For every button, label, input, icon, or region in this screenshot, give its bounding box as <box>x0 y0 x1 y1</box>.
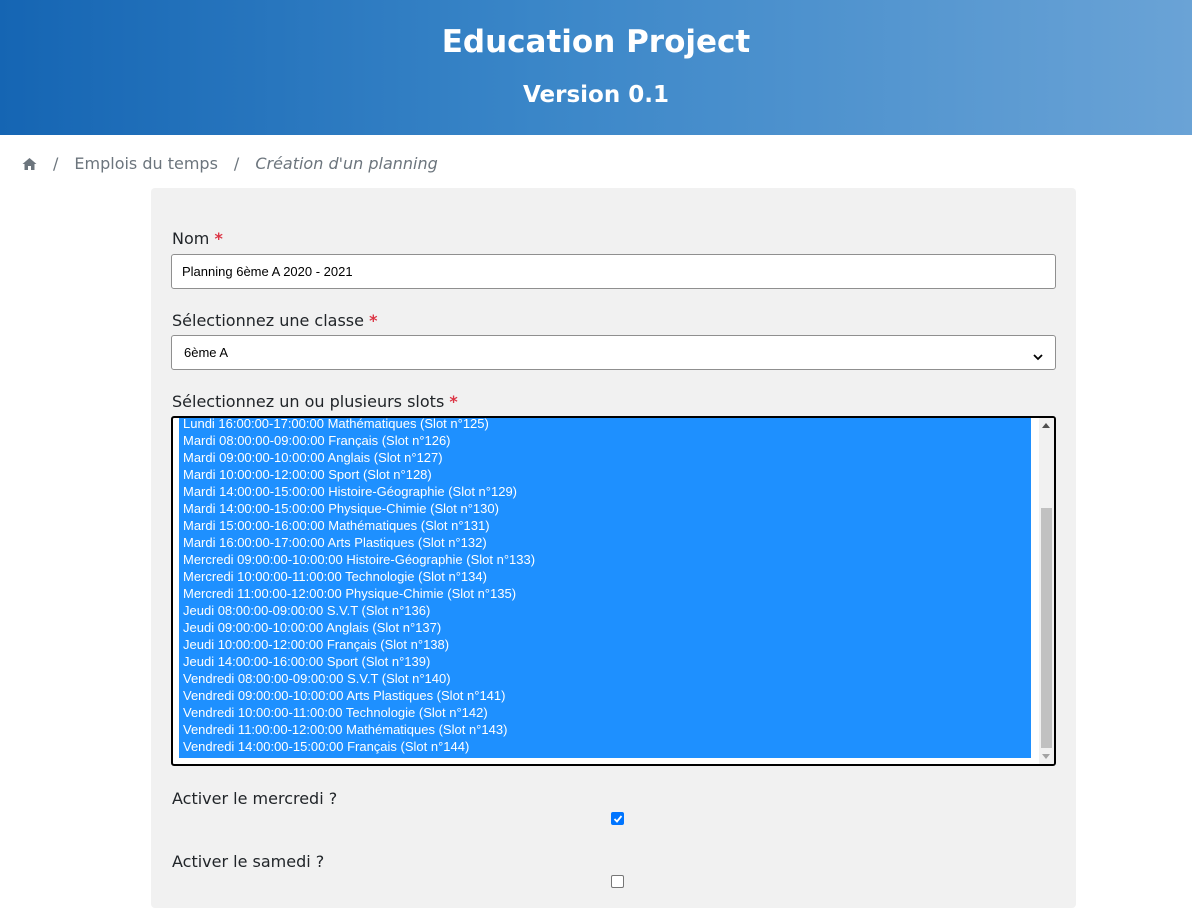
mercredi-label: Activer le mercredi ? <box>172 789 338 808</box>
samedi-checkbox[interactable] <box>611 875 624 888</box>
slots-multiselect[interactable]: Lundi 16:00:00-17:00:00 Mathématiques (S… <box>171 416 1056 766</box>
slot-option[interactable]: Mardi 08:00:00-09:00:00 Français (Slot n… <box>179 433 1031 450</box>
app-title: Education Project <box>441 24 751 60</box>
slots-scrollbar[interactable] <box>1039 418 1054 764</box>
samedi-label: Activer le samedi ? <box>172 852 325 871</box>
scroll-thumb[interactable] <box>1041 508 1052 748</box>
app-header: Education Project Version 0.1 <box>0 0 1192 135</box>
slots-label: Sélectionnez un ou plusieurs slots * <box>172 392 458 411</box>
nom-label-text: Nom <box>172 229 210 248</box>
slot-option[interactable]: Vendredi 11:00:00-12:00:00 Mathématiques… <box>179 722 1031 739</box>
slot-option[interactable]: Vendredi 10:00:00-11:00:00 Technologie (… <box>179 705 1031 722</box>
slot-option[interactable]: Mardi 16:00:00-17:00:00 Arts Plastiques … <box>179 535 1031 552</box>
slot-option[interactable]: Jeudi 14:00:00-16:00:00 Sport (Slot n°13… <box>179 654 1031 671</box>
slot-option[interactable]: Mardi 14:00:00-15:00:00 Histoire-Géograp… <box>179 484 1031 501</box>
app-version: Version 0.1 <box>523 82 669 108</box>
classe-label-text: Sélectionnez une classe <box>172 311 364 330</box>
breadcrumb-emplois-du-temps[interactable]: Emplois du temps <box>74 154 218 173</box>
chevron-down-icon <box>1033 349 1043 361</box>
slot-option[interactable]: Jeudi 10:00:00-12:00:00 Français (Slot n… <box>179 637 1031 654</box>
slot-option[interactable]: Vendredi 14:00:00-15:00:00 Français (Slo… <box>179 739 1031 756</box>
breadcrumb-separator: / <box>233 153 240 173</box>
breadcrumb-current-page: Création d'un planning <box>255 153 438 173</box>
planning-form-card: Nom * Sélectionnez une classe * 6ème A S… <box>151 188 1076 908</box>
classe-select[interactable]: 6ème A <box>171 335 1056 370</box>
slot-option[interactable]: Vendredi 08:00:00-09:00:00 S.V.T (Slot n… <box>179 671 1031 688</box>
slot-option[interactable]: Mercredi 10:00:00-11:00:00 Technologie (… <box>179 569 1031 586</box>
slot-option[interactable]: Jeudi 08:00:00-09:00:00 S.V.T (Slot n°13… <box>179 603 1031 620</box>
required-mark: * <box>369 311 378 330</box>
slot-option[interactable]: Mardi 10:00:00-12:00:00 Sport (Slot n°12… <box>179 467 1031 484</box>
slot-option[interactable]: Mercredi 09:00:00-10:00:00 Histoire-Géog… <box>179 552 1031 569</box>
slot-option[interactable]: Mercredi 11:00:00-12:00:00 Physique-Chim… <box>179 586 1031 603</box>
mercredi-checkbox[interactable] <box>611 812 624 825</box>
nom-input[interactable] <box>171 254 1056 289</box>
required-mark: * <box>214 229 223 248</box>
slot-option[interactable]: Lundi 16:00:00-17:00:00 Mathématiques (S… <box>179 418 1031 433</box>
slots-label-text: Sélectionnez un ou plusieurs slots <box>172 392 445 411</box>
breadcrumb: / Emplois du temps / Création d'un plann… <box>22 152 438 174</box>
slot-option[interactable]: Vendredi 09:00:00-10:00:00 Arts Plastiqu… <box>179 688 1031 705</box>
breadcrumb-separator: / <box>53 153 59 173</box>
scroll-down-arrow-icon[interactable] <box>1042 754 1050 759</box>
slot-option[interactable]: Mardi 15:00:00-16:00:00 Mathématiques (S… <box>179 518 1031 535</box>
slots-options-list: Lundi 16:00:00-17:00:00 Mathématiques (S… <box>179 418 1031 758</box>
nom-label: Nom * <box>172 229 223 248</box>
classe-selected-value: 6ème A <box>184 345 229 360</box>
home-icon[interactable] <box>22 156 37 170</box>
slot-option[interactable]: Jeudi 09:00:00-10:00:00 Anglais (Slot n°… <box>179 620 1031 637</box>
slot-option[interactable]: Mardi 14:00:00-15:00:00 Physique-Chimie … <box>179 501 1031 518</box>
scroll-up-arrow-icon[interactable] <box>1042 423 1050 428</box>
required-mark: * <box>449 392 458 411</box>
classe-label: Sélectionnez une classe * <box>172 311 377 330</box>
slot-option[interactable]: Mardi 09:00:00-10:00:00 Anglais (Slot n°… <box>179 450 1031 467</box>
